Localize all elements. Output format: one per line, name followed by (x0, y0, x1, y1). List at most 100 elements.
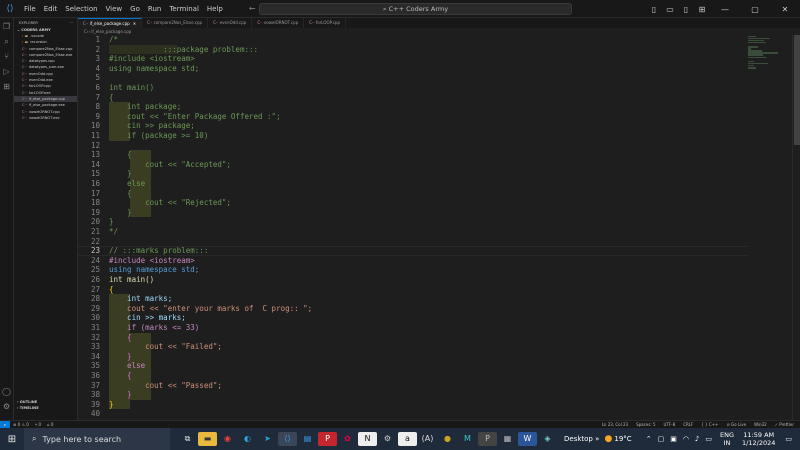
code-text: using namespace std; (109, 63, 200, 73)
task-view-icon[interactable]: ⧉ (178, 432, 197, 446)
search-icon[interactable]: ⌕ (4, 37, 8, 52)
tab-forloop-cpp[interactable]: C·· forLOOP.cpp (304, 18, 347, 28)
status-left-item[interactable]: ⌂ 0 (47, 421, 53, 428)
chrome-icon[interactable]: ◉ (218, 432, 237, 446)
vscode-taskbar-icon[interactable]: ⟨⟩ (278, 432, 297, 446)
close-icon[interactable]: ✕ (770, 5, 800, 14)
weather-temp[interactable]: 19°C (614, 435, 631, 443)
title-bar: ⟨⟩ File Edit Selection View Go Run Terminal Hel… (0, 0, 800, 18)
menu-selection[interactable]: Selection (61, 5, 101, 13)
menu-edit[interactable]: Edit (40, 5, 62, 13)
telegram-icon[interactable]: ➤ (258, 432, 277, 446)
code-editor[interactable]: 1/* 2 :::package problem::: 3 #include <ios… (78, 35, 748, 420)
settings-app-icon[interactable]: ⚙ (378, 432, 397, 446)
settings-gear-icon[interactable]: ⚙ (3, 402, 10, 417)
menu-help[interactable]: Help (203, 5, 227, 13)
menu-view[interactable]: View (102, 5, 127, 13)
code-text: int package; (109, 102, 182, 112)
file-item[interactable]: C·· vowelORNOT.exe (14, 115, 77, 121)
tab-evenodd-cpp[interactable]: C·· evenOdd.cpp (208, 18, 253, 28)
source-control-icon[interactable]: ⑂ (4, 52, 9, 67)
code-text: { (109, 332, 132, 342)
tab-if-else-package-cpp[interactable]: C·· if_else_package.cpp ✕ (78, 18, 143, 28)
notion-icon[interactable]: N (358, 432, 377, 446)
code-line: 34 } (78, 352, 748, 362)
status-left-item[interactable]: ⑂ 0 (35, 421, 41, 428)
extensions-icon[interactable]: ⊞ (3, 82, 10, 97)
menu-run[interactable]: Run (144, 5, 165, 13)
code-text: cout << "Rejected"; (109, 198, 231, 208)
toggle-secondary-icon[interactable]: ▯ (678, 5, 694, 14)
tray-app-icon[interactable]: ▣ (670, 435, 677, 443)
clock[interactable]: 11:59 AM 1/12/2024 (742, 431, 775, 447)
editor-scrollbar[interactable] (792, 35, 800, 420)
tab-compare2nos-elsse-cpp[interactable]: C·· compare2Nos_Elsse.cpp (142, 18, 209, 28)
tablet-app-icon[interactable]: ▦ (498, 432, 517, 446)
file-explorer-icon[interactable]: ▬ (198, 432, 217, 446)
m-app-icon[interactable]: M (458, 432, 477, 446)
amazon-icon[interactable]: a (398, 432, 417, 446)
code-text: } (109, 351, 132, 361)
breadcrumb[interactable]: C‹› if_else_package.cpp (78, 28, 800, 35)
menu-terminal[interactable]: Terminal (165, 5, 203, 13)
tray-expand-icon[interactable]: ⌃ (646, 435, 652, 443)
volume-icon[interactable]: ♪ (695, 435, 699, 443)
code-line: 13 { (78, 150, 748, 160)
language-indicator[interactable]: ENG IN (720, 431, 734, 447)
toggle-sidebar-icon[interactable]: ▯ (646, 5, 662, 14)
command-center-search[interactable]: ⌕ C++ Coders Army (259, 3, 572, 15)
windows-start-icon[interactable]: ⊞ (0, 434, 24, 445)
code-line: 24 #include <iostream> (78, 256, 748, 266)
store-icon[interactable]: ▤ (298, 432, 317, 446)
a-app-icon[interactable]: (A) (418, 432, 437, 446)
weather-icon[interactable]: ● (605, 434, 613, 444)
run-debug-icon[interactable]: ▷ (3, 67, 9, 82)
code-text: cin >> package; (109, 121, 195, 131)
editor-tabs: C·· if_else_package.cpp ✕ C·· compare2Nos_… (78, 18, 800, 28)
desktop-toolbar[interactable]: Desktop » (564, 435, 599, 443)
word-icon[interactable]: W (518, 432, 537, 446)
scrollbar-thumb[interactable] (794, 35, 800, 145)
taskbar-search[interactable]: ⌕ Type here to search (24, 428, 170, 450)
cpp-file-icon: C·· (22, 65, 28, 70)
tab-label: evenOdd.cpp (219, 20, 247, 25)
line-number: 9 (95, 111, 100, 121)
account-icon[interactable]: ◯ (2, 387, 11, 402)
line-number: 20 (90, 217, 100, 227)
timeline-section[interactable]: › TIMELINE (14, 406, 78, 412)
ms-project-icon[interactable]: P (318, 432, 337, 446)
code-text: int main() (109, 83, 155, 92)
menu-file[interactable]: File (20, 5, 40, 13)
line-number: 34 (90, 351, 100, 361)
remote-indicator-icon[interactable]: ⫸ (0, 421, 10, 428)
tab-vowelornot-cpp[interactable]: C·· vowelORNOT.cpp (252, 18, 305, 28)
file-label: vowelORNOT.cpp (28, 109, 60, 114)
line-number: 1 (95, 35, 100, 44)
battery-icon[interactable]: ▭ (705, 435, 712, 443)
file-item[interactable]: C·· compare2Nos_Elsse.cpp (14, 46, 77, 52)
explorer-icon[interactable]: ❐ (3, 22, 10, 37)
notifications-icon[interactable]: ▭ (785, 435, 792, 443)
menu-go[interactable]: Go (126, 5, 144, 13)
cpp-file-icon: C·· (22, 109, 28, 114)
tray-app-icon[interactable]: ▢ (658, 435, 665, 443)
close-tab-icon[interactable]: ✕ (133, 21, 136, 26)
code-line: 6 int main() (78, 83, 748, 93)
cpp-file-icon: C·· (22, 115, 28, 120)
code-text: #include <iostream> (109, 255, 195, 265)
minimize-icon[interactable]: — (710, 5, 740, 14)
photos-icon[interactable]: ✿ (338, 432, 357, 446)
more-actions-icon[interactable]: ··· (70, 21, 73, 28)
line-number: 38 (90, 390, 100, 400)
circle-app-icon[interactable]: ● (438, 432, 457, 446)
status-left-item[interactable]: ⊗ 0 ⚠ 0 (13, 421, 29, 428)
minimap[interactable] (748, 35, 790, 95)
edge-icon[interactable]: ◐ (238, 432, 257, 446)
wifi-icon[interactable]: ◠ (683, 435, 689, 443)
p-app-icon[interactable]: P (478, 432, 497, 446)
maximize-icon[interactable]: ▢ (740, 5, 770, 14)
toggle-panel-icon[interactable]: ▭ (662, 5, 678, 14)
other-app-icon[interactable]: ◈ (538, 432, 557, 446)
code-text: using namespace std; (109, 265, 200, 275)
layout-icon[interactable]: ⊞ (694, 5, 710, 14)
